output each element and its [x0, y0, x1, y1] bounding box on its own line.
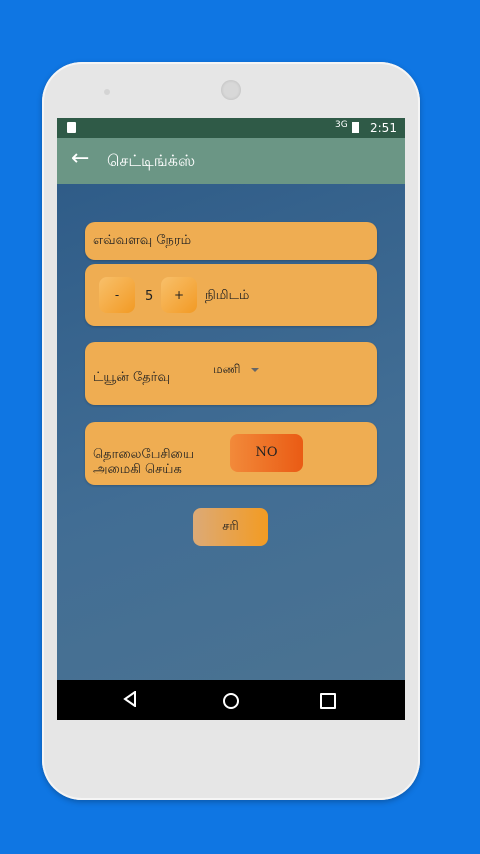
- duration-value: 5: [145, 289, 154, 304]
- sensor-dot: [104, 89, 110, 95]
- settings-content: எவ்வளவு நேரம் - 5 + நிமிடம் ட்யூன் தேர்வ…: [57, 184, 405, 680]
- app-bar: ← செட்டிங்க்ஸ்: [57, 138, 405, 184]
- ok-button[interactable]: சரி: [193, 508, 268, 546]
- page-title: செட்டிங்க்ஸ்: [107, 151, 196, 170]
- silent-toggle-button[interactable]: NO: [230, 434, 303, 472]
- front-camera: [221, 80, 241, 100]
- phone-silent-label-line1: தொலைபேசியை: [93, 447, 195, 462]
- duration-label-card: எவ்வளவு நேரம்: [85, 222, 377, 260]
- status-bar: 3G 2:51: [57, 118, 405, 138]
- tune-label: ட்யூன் தேர்வு: [93, 370, 170, 385]
- circle-home-icon[interactable]: [223, 693, 239, 709]
- duration-stepper-card: - 5 + நிமிடம்: [85, 264, 377, 326]
- square-recents-icon[interactable]: [320, 693, 336, 709]
- tune-card: ட்யூன் தேர்வு மணி: [85, 342, 377, 405]
- battery-icon: [352, 122, 359, 133]
- arrow-left-icon[interactable]: ←: [71, 146, 89, 171]
- triangle-back-icon[interactable]: [123, 691, 137, 707]
- screen: 3G 2:51 ← செட்டிங்க்ஸ் எவ்வளவு நேரம் - 5…: [57, 118, 405, 720]
- caret-down-icon: [250, 367, 259, 372]
- increment-button[interactable]: +: [161, 277, 197, 313]
- decrement-button[interactable]: -: [99, 277, 135, 313]
- nav-bar: [57, 680, 405, 720]
- phone-silent-label-line2: அமைகி செய்க: [93, 462, 182, 477]
- tune-dropdown[interactable]: மணி: [213, 362, 259, 378]
- sim-icon: [67, 122, 76, 133]
- duration-label: எவ்வளவு நேரம்: [93, 233, 192, 248]
- network-type: 3G: [335, 120, 348, 130]
- clock: 2:51: [370, 121, 397, 135]
- duration-unit: நிமிடம்: [205, 288, 250, 303]
- tune-selected: மணி: [213, 362, 241, 376]
- phone-silent-card: தொலைபேசியை அமைகி செய்க NO: [85, 422, 377, 485]
